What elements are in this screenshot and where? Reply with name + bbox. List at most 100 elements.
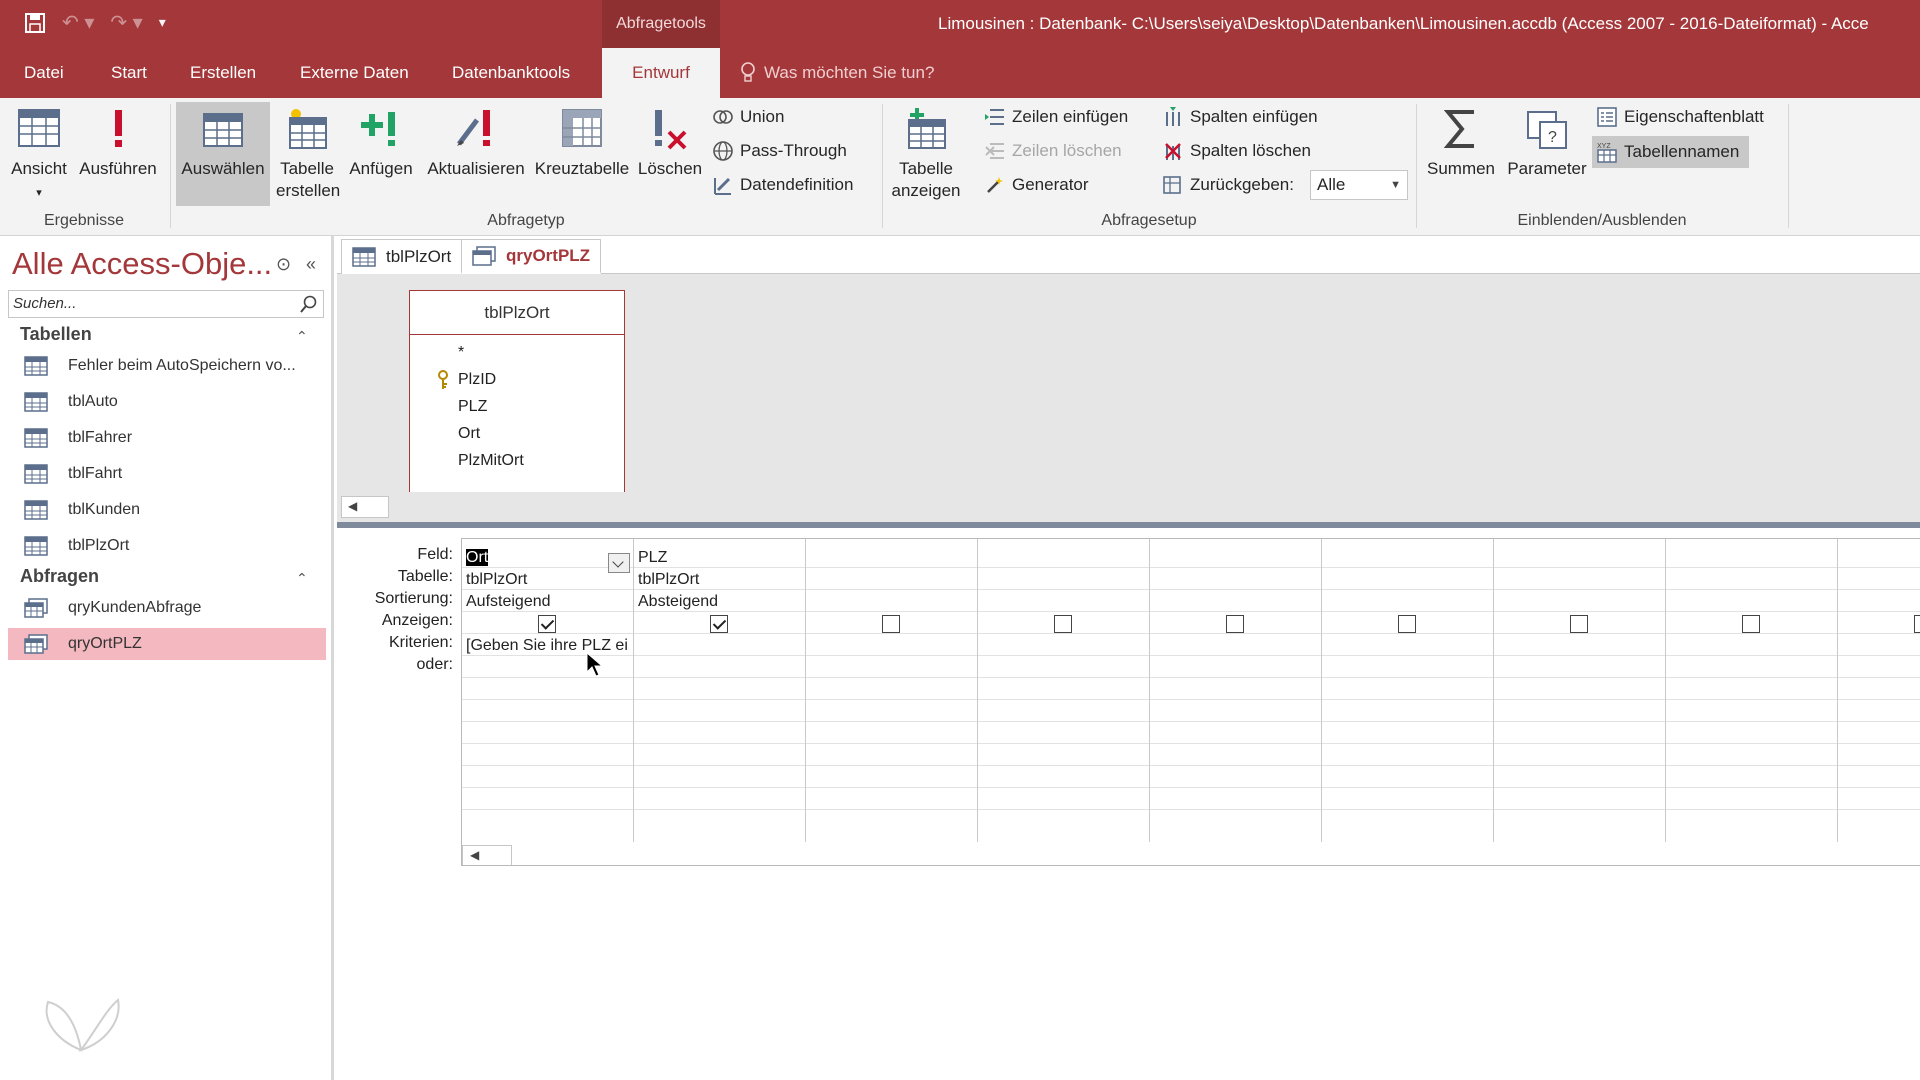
tabelle-anzeigen-button[interactable]: Tabelle anzeigen: [888, 106, 964, 202]
field-list-tblplzort[interactable]: tblPlzOrt * PlzID PLZ Ort PlzMitOrt: [409, 290, 625, 492]
field-name: *: [458, 344, 465, 361]
show-checkbox[interactable]: [882, 615, 900, 633]
generator-button[interactable]: Generator: [984, 172, 1089, 198]
show-checkbox[interactable]: [1742, 615, 1760, 633]
ansicht-button[interactable]: Ansicht ▾: [6, 106, 72, 204]
tab-datei[interactable]: Datei: [12, 48, 76, 98]
collapse-section-icon[interactable]: ⌃: [296, 328, 308, 345]
field-list-item[interactable]: PLZ: [410, 393, 624, 420]
show-checkbox[interactable]: [1054, 615, 1072, 633]
grid-column-empty[interactable]: [978, 539, 1150, 842]
grid-column-1[interactable]: Ort tblPlzOrt Aufsteigend [Geben Sie ihr…: [462, 539, 634, 842]
undo-icon[interactable]: ↶ ▾: [62, 10, 94, 35]
field-list-item[interactable]: Ort: [410, 420, 624, 447]
tab-erstellen[interactable]: Erstellen: [178, 48, 268, 98]
tabellennamen-button[interactable]: XYZ Tabellennamen: [1592, 136, 1750, 168]
cell-tabelle[interactable]: tblPlzOrt: [638, 569, 804, 591]
nav-menu-icon[interactable]: ⊙: [276, 254, 291, 275]
collapse-pane-icon[interactable]: «: [306, 254, 316, 275]
cell-sortierung[interactable]: Absteigend: [638, 591, 804, 613]
grid-column-empty[interactable]: [806, 539, 978, 842]
show-checkbox[interactable]: [1570, 615, 1588, 633]
tabelle-erstellen-button[interactable]: Tabelle erstellen: [276, 106, 340, 202]
show-checkbox[interactable]: [538, 615, 556, 633]
cell-sortierung[interactable]: Aufsteigend: [466, 591, 632, 613]
group-abfragesetup: Abfragesetup: [1101, 212, 1197, 229]
redo-icon[interactable]: ↷ ▾: [110, 10, 142, 35]
nav-section-tables[interactable]: Tabellen: [20, 324, 92, 345]
grid-column-empty[interactable]: [1150, 539, 1322, 842]
spalten-einfuegen-button[interactable]: Spalten einfügen: [1162, 104, 1318, 130]
grid-horizontal-scrollbar[interactable]: ◀: [462, 845, 512, 865]
nav-item-table[interactable]: tblFahrt: [8, 458, 326, 490]
datasheet-view-icon: [18, 109, 60, 147]
nav-item-query[interactable]: qryKundenAbfrage: [8, 592, 326, 624]
zeilen-einfuegen-button[interactable]: Zeilen einfügen: [984, 104, 1128, 130]
show-checkbox[interactable]: [1914, 615, 1920, 633]
nav-item-table[interactable]: tblFahrer: [8, 422, 326, 454]
crosstab-icon: [562, 109, 602, 147]
field-list-item[interactable]: PlzID: [410, 366, 624, 393]
grid-column-empty[interactable]: [1838, 539, 1920, 842]
customize-qat-icon[interactable]: ▾: [159, 14, 166, 31]
ausfuehren-button[interactable]: Ausführen: [76, 106, 160, 180]
cell-tabelle[interactable]: tblPlzOrt: [466, 569, 632, 591]
tab-start[interactable]: Start: [99, 48, 159, 98]
nav-item-query-selected[interactable]: qryOrtPLZ: [8, 628, 326, 660]
tab-datenbanktools[interactable]: Datenbanktools: [440, 48, 582, 98]
search-icon[interactable]: [299, 294, 319, 314]
datendefinition-button[interactable]: Datendefinition: [712, 172, 853, 198]
pass-through-button[interactable]: Pass-Through: [712, 138, 847, 164]
scroll-left-icon[interactable]: ◀: [348, 499, 357, 513]
nav-search-input[interactable]: Suchen...: [8, 290, 324, 318]
kreuztabelle-button[interactable]: Kreuztabelle: [532, 106, 632, 180]
spalten-loeschen-button[interactable]: Spalten löschen: [1162, 138, 1311, 164]
document-tabs: tblPlzOrt qryOrtPLZ: [337, 236, 1920, 274]
field-list-title[interactable]: tblPlzOrt: [410, 291, 624, 335]
row-label-feld: Feld:: [417, 546, 453, 563]
show-checkbox[interactable]: [1226, 615, 1244, 633]
tell-me-box[interactable]: Was möchten Sie tun?: [740, 48, 934, 98]
eigenschaftenblatt-label: Eigenschaftenblatt: [1624, 107, 1764, 126]
field-list-item[interactable]: *: [410, 339, 624, 366]
summen-button[interactable]: Summen: [1422, 106, 1500, 180]
doc-tab-qryortplz[interactable]: qryOrtPLZ: [461, 239, 602, 274]
cell-kriterien[interactable]: [Geben Sie ihre PLZ ei: [466, 635, 632, 657]
title-bar: ↶ ▾ ↷ ▾ ▾ Abfragetools Limousinen : Date…: [0, 0, 1920, 48]
save-icon[interactable]: [24, 12, 46, 34]
nav-item-table[interactable]: tblPlzOrt: [8, 530, 326, 562]
nav-item-table[interactable]: tblKunden: [8, 494, 326, 526]
zeilen-loeschen-button[interactable]: Zeilen löschen: [984, 138, 1122, 164]
grid-column-empty[interactable]: [1666, 539, 1838, 842]
mouse-cursor-icon: [586, 652, 604, 677]
show-checkbox[interactable]: [710, 615, 728, 633]
globe-icon: [713, 141, 733, 161]
loeschen-label: Löschen: [637, 159, 703, 178]
union-button[interactable]: Union: [712, 104, 784, 130]
grid-column-empty[interactable]: [1494, 539, 1666, 842]
nav-section-queries[interactable]: Abfragen: [20, 566, 99, 587]
scroll-left-icon[interactable]: ◀: [470, 848, 479, 862]
parameter-button[interactable]: ? Parameter: [1504, 106, 1590, 180]
tab-externe-daten[interactable]: Externe Daten: [288, 48, 421, 98]
horizontal-scrollbar[interactable]: ◀: [341, 496, 389, 518]
tab-entwurf[interactable]: Entwurf: [602, 48, 720, 98]
grid-column-2[interactable]: PLZ tblPlzOrt Absteigend: [634, 539, 806, 842]
query-design-grid[interactable]: Ort tblPlzOrt Aufsteigend [Geben Sie ihr…: [461, 538, 1920, 866]
cell-feld[interactable]: PLZ: [638, 547, 804, 569]
nav-item-table[interactable]: Fehler beim AutoSpeichern vo...: [8, 350, 326, 382]
eigenschaftenblatt-button[interactable]: Eigenschaftenblatt: [1596, 104, 1764, 130]
auswaehlen-button[interactable]: Auswählen: [176, 102, 270, 206]
aktualisieren-button[interactable]: Aktualisieren: [422, 106, 530, 180]
primary-key-icon: [438, 370, 448, 389]
field-list-item[interactable]: PlzMitOrt: [410, 447, 624, 474]
doc-tab-tblplzort[interactable]: tblPlzOrt: [341, 239, 463, 274]
loeschen-button[interactable]: Löschen: [634, 106, 706, 180]
show-checkbox[interactable]: [1398, 615, 1416, 633]
return-values-select[interactable]: Alle ▼: [1310, 170, 1408, 200]
nav-item-table[interactable]: tblAuto: [8, 386, 326, 418]
anfuegen-button[interactable]: Anfügen: [344, 106, 418, 180]
grid-column-empty[interactable]: [1322, 539, 1494, 842]
nav-pane-title[interactable]: Alle Access-Obje...: [12, 246, 272, 282]
collapse-section-icon[interactable]: ⌃: [296, 570, 308, 587]
